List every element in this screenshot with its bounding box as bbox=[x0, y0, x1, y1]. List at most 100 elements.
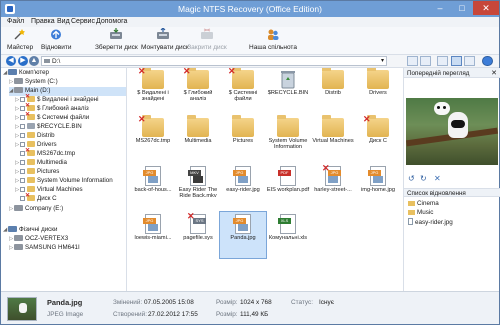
tree-item-company-e[interactable]: ▷ Company (E:) bbox=[9, 205, 63, 214]
recovery-list-header: Список відновлення bbox=[404, 188, 500, 197]
file-item-back-of-house[interactable]: JPG back-of-hous... bbox=[130, 164, 176, 210]
forward-button[interactable]: ▶ bbox=[18, 56, 28, 66]
layout-icon[interactable] bbox=[464, 56, 475, 66]
rotate-left-icon[interactable]: ↺ bbox=[408, 174, 415, 183]
folder-icon bbox=[277, 115, 299, 137]
recovery-item-music[interactable]: Music bbox=[408, 209, 433, 216]
up-button[interactable]: ▲ bbox=[29, 56, 39, 66]
file-item-pictures[interactable]: Pictures bbox=[220, 115, 266, 162]
tree-item-ocz-vertex3[interactable]: ▷ OCZ-VERTEX3 bbox=[9, 235, 68, 244]
drive-icon bbox=[14, 205, 23, 211]
xls-file-icon: XLS bbox=[278, 214, 296, 234]
file-item-multimedia[interactable]: Multimedia bbox=[175, 115, 221, 162]
recovery-item-easy-rider[interactable]: easy-rider.jpg bbox=[408, 218, 453, 226]
rotate-right-icon[interactable]: ↻ bbox=[420, 174, 427, 183]
close-button[interactable]: ✕ bbox=[473, 1, 499, 15]
tree-item-system-volume-information[interactable]: ▷ System Volume Information bbox=[15, 177, 113, 186]
folder-icon bbox=[322, 115, 344, 137]
tree-item-recycle-bin[interactable]: ▷ $RECYCLE.BIN bbox=[15, 123, 82, 132]
tree-item-multimedia[interactable]: ▷ Multimedia bbox=[15, 159, 67, 168]
file-item-disk-c[interactable]: ✕ Диск C bbox=[355, 115, 401, 162]
tree-item-disk-c[interactable]: Диск C bbox=[15, 192, 57, 204]
status-dimensions-label: Розмір: bbox=[216, 299, 238, 306]
menu-view[interactable]: Вид bbox=[57, 18, 70, 25]
status-dimensions-value: 1024 x 768 bbox=[240, 299, 272, 306]
restore-button[interactable]: Відновити bbox=[41, 28, 71, 54]
minimize-button[interactable]: – bbox=[429, 1, 451, 15]
maximize-button[interactable]: □ bbox=[451, 1, 473, 15]
hard-disk-icon bbox=[14, 235, 23, 241]
preview-pane-toggle-icon[interactable] bbox=[451, 56, 462, 66]
address-field[interactable]: D:\ ▾ bbox=[41, 56, 387, 66]
file-item-easy-rider-jpg[interactable]: JPG easy-rider.jpg bbox=[220, 164, 266, 210]
tree-item-system-files[interactable]: ▷$ Системні файли bbox=[15, 111, 89, 123]
selected-file-thumbnail bbox=[7, 297, 37, 321]
tree-item-samsung-hm641i[interactable]: ▷ SAMSUNG HM641I bbox=[9, 244, 80, 253]
recycle-bin-icon bbox=[27, 123, 35, 129]
file-item-komunalni-xls[interactable]: XLS Комунальні.xls bbox=[265, 212, 311, 258]
help-icon[interactable] bbox=[482, 56, 493, 66]
close-disk-icon bbox=[201, 28, 213, 39]
checkbox[interactable] bbox=[20, 178, 25, 183]
address-bar: ◀ ▶ ▲ D:\ ▾ bbox=[1, 55, 499, 68]
tree-item-physical-disks[interactable]: ◢ Фізичні диски bbox=[3, 226, 57, 235]
file-item-deep-analysis[interactable]: ✕ $ Глибокий аналіз bbox=[175, 68, 221, 114]
checkbox[interactable] bbox=[20, 160, 25, 165]
close-disk-button[interactable]: Закрити диск bbox=[187, 28, 227, 54]
menu-help[interactable]: Допомога bbox=[96, 18, 127, 25]
file-item-panda-jpg[interactable]: JPG Panda.jpg bbox=[219, 211, 267, 259]
save-disk-button[interactable]: Зберегти диск bbox=[95, 28, 138, 54]
file-item-easy-rider-mkv[interactable]: MKV Easy Rider The Ride Back.mkv bbox=[175, 164, 221, 210]
menu-tools[interactable]: Сервис bbox=[71, 18, 95, 25]
view-toggle-icon[interactable] bbox=[437, 56, 448, 66]
tree-item-computer[interactable]: ◢ Комп'ютер bbox=[3, 69, 49, 78]
tree-item-system-c[interactable]: ▷ System (C:) bbox=[9, 78, 58, 87]
delete-preview-icon[interactable]: ✕ bbox=[434, 174, 441, 183]
file-item-img-home[interactable]: JPG img-home.jpg bbox=[355, 164, 401, 210]
address-dropdown-icon[interactable]: ▾ bbox=[381, 57, 384, 64]
file-item-pagefile-sys[interactable]: ✕ SYS pagefile.sys bbox=[175, 212, 221, 258]
file-item-distrib[interactable]: Distrib bbox=[310, 68, 356, 114]
file-item-deleted-found[interactable]: ✕ $ Видалені і знайдені bbox=[130, 68, 176, 114]
file-item-loewis-miami[interactable]: JPG loewis-miami... bbox=[130, 212, 176, 258]
menu-file[interactable]: Файл bbox=[7, 18, 24, 25]
file-item-recycle-bin[interactable]: $RECYCLE.BIN bbox=[265, 68, 311, 114]
community-button[interactable]: Наша спільнота bbox=[249, 28, 297, 54]
file-item-virtual-machines[interactable]: Virtual Machines bbox=[310, 115, 356, 162]
save-disk-label: Зберегти диск bbox=[95, 44, 138, 51]
file-item-drivers[interactable]: Drivers bbox=[355, 68, 401, 114]
jpg-file-icon: JPG bbox=[233, 214, 251, 234]
status-filename: Panda.jpg bbox=[47, 298, 83, 307]
checkbox[interactable] bbox=[20, 169, 25, 174]
folder-icon bbox=[322, 68, 344, 89]
preview-header: Попередній перегляд ✕ bbox=[404, 68, 500, 78]
wizard-icon bbox=[14, 29, 25, 40]
checkbox[interactable] bbox=[20, 124, 25, 129]
file-item-ms267dc[interactable]: ✕ MS267dc.tmp bbox=[130, 115, 176, 162]
back-button[interactable]: ◀ bbox=[6, 56, 16, 66]
jpg-file-icon: ✕ JPG bbox=[322, 164, 341, 186]
recovery-item-cinema[interactable]: Cinema bbox=[408, 200, 439, 207]
menu-edit[interactable]: Правка bbox=[31, 18, 55, 25]
filter-icon[interactable] bbox=[420, 56, 431, 66]
tree-item-ms267dc[interactable]: MS267dc.tmp bbox=[15, 147, 75, 159]
address-path: D:\ bbox=[52, 58, 61, 65]
file-item-system-volume-information[interactable]: System Volume Information bbox=[265, 115, 311, 162]
preview-close-icon[interactable]: ✕ bbox=[491, 69, 497, 77]
deleted-folder-icon bbox=[25, 147, 35, 156]
file-item-harley-street[interactable]: ✕ JPG harley-street-... bbox=[310, 164, 356, 210]
jpg-file-icon: JPG bbox=[143, 214, 161, 234]
tree-item-drivers[interactable]: ▷ Drivers bbox=[15, 141, 57, 150]
file-item-system-files[interactable]: ✕ $ Системні файли bbox=[220, 68, 266, 114]
wizard-button[interactable]: Майстер bbox=[7, 28, 33, 54]
tree-item-distrib[interactable]: ▷ Distrib bbox=[15, 132, 55, 141]
save-disk-icon bbox=[110, 28, 122, 39]
status-filetype: JPEG Image bbox=[47, 311, 84, 318]
file-item-eis-workplan[interactable]: PDF EIS workplan.pdf bbox=[265, 164, 311, 210]
mount-disk-button[interactable]: Монтувати диск bbox=[141, 27, 189, 54]
checkbox[interactable] bbox=[20, 133, 25, 138]
tree-item-pictures[interactable]: ▷ Pictures bbox=[15, 168, 59, 177]
deleted-mark-icon: ✕ bbox=[183, 68, 191, 76]
jpg-file-icon bbox=[408, 218, 413, 225]
tools-icon[interactable] bbox=[407, 56, 418, 66]
